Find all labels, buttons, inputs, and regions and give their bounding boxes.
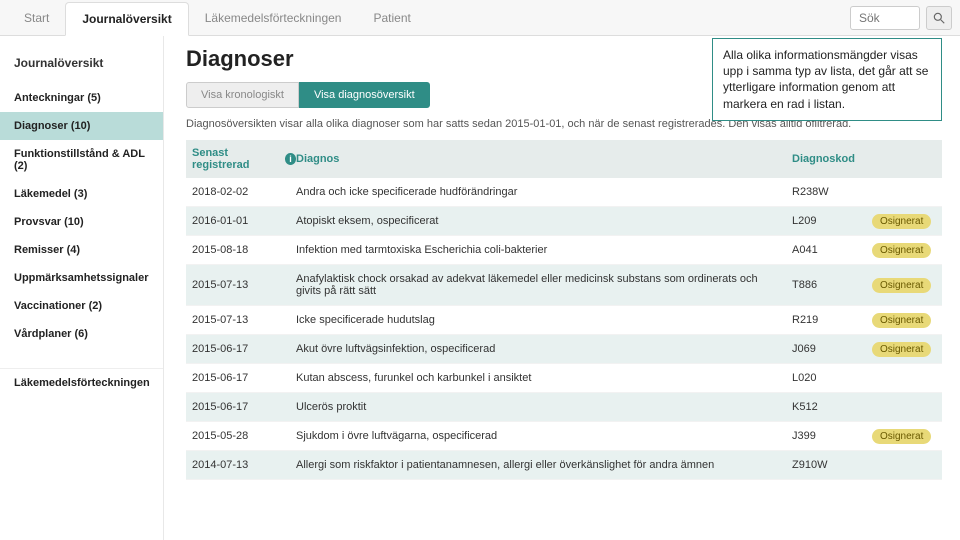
status-badge: Osignerat: [872, 214, 931, 229]
cell-code: T886: [792, 279, 872, 291]
table-row[interactable]: 2016-01-01Atopiskt eksem, ospecificeratL…: [186, 207, 942, 236]
cell-badge: Osignerat: [872, 244, 942, 256]
search-input[interactable]: [850, 6, 920, 30]
sidebar-item-lakemedel-forteckningen[interactable]: Läkemedelsförteckningen: [0, 369, 163, 397]
table-row[interactable]: 2015-07-13Icke specificerade hudutslagR2…: [186, 306, 942, 335]
table-body: 2018-02-02Andra och icke specificerade h…: [186, 178, 942, 480]
col-header-date[interactable]: Senast registrerad i: [186, 147, 296, 171]
cell-date: 2015-07-13: [186, 314, 296, 326]
sidebar: Journalöversikt Anteckningar (5)Diagnose…: [0, 36, 164, 540]
col-header-date-label: Senast registrerad: [192, 147, 281, 171]
top-tab-journal-versikt[interactable]: Journalöversikt: [65, 2, 188, 36]
top-tab-l-kemedelsf-rteckningen[interactable]: Läkemedelsförteckningen: [189, 2, 358, 34]
info-icon[interactable]: i: [285, 153, 296, 165]
col-header-diagnos[interactable]: Diagnos: [296, 153, 792, 165]
cell-date: 2015-07-13: [186, 279, 296, 291]
cell-date: 2015-08-18: [186, 244, 296, 256]
cell-badge: Osignerat: [872, 314, 942, 326]
search-icon: [932, 11, 946, 25]
cell-badge: Osignerat: [872, 430, 942, 442]
cell-badge: Osignerat: [872, 279, 942, 291]
cell-diagnos: Allergi som riskfaktor i patientanamnese…: [296, 459, 792, 471]
search-area: [850, 6, 952, 30]
cell-badge: Osignerat: [872, 343, 942, 355]
status-badge: Osignerat: [872, 278, 931, 293]
sidebar-item[interactable]: Provsvar (10): [0, 208, 163, 236]
cell-code: Z910W: [792, 459, 872, 471]
cell-code: R238W: [792, 186, 872, 198]
table-row[interactable]: 2018-02-02Andra och icke specificerade h…: [186, 178, 942, 207]
sidebar-item[interactable]: Funktionstillstånd & ADL (2): [0, 140, 163, 180]
cell-diagnos: Ulcerös proktit: [296, 401, 792, 413]
cell-code: J069: [792, 343, 872, 355]
sidebar-item[interactable]: Remisser (4): [0, 236, 163, 264]
top-tab-patient[interactable]: Patient: [357, 2, 426, 34]
view-tab-button[interactable]: Visa diagnosöversikt: [299, 82, 430, 108]
cell-diagnos: Andra och icke specificerade hudförändri…: [296, 186, 792, 198]
sidebar-section-secondary: Läkemedelsförteckningen: [0, 368, 163, 397]
top-tabs: StartJournalöversiktLäkemedelsförtecknin…: [0, 0, 960, 36]
table-row[interactable]: 2015-05-28Sjukdom i övre luftvägarna, os…: [186, 422, 942, 451]
cell-code: L209: [792, 215, 872, 227]
cell-date: 2018-02-02: [186, 186, 296, 198]
sidebar-header: Journalöversikt: [0, 48, 163, 84]
cell-diagnos: Akut övre luftvägsinfektion, ospecificer…: [296, 343, 792, 355]
cell-diagnos: Atopiskt eksem, ospecificerat: [296, 215, 792, 227]
cell-diagnos: Icke specificerade hudutslag: [296, 314, 792, 326]
status-badge: Osignerat: [872, 313, 931, 328]
info-callout: Alla olika informationsmängder visas upp…: [712, 38, 942, 121]
cell-date: 2014-07-13: [186, 459, 296, 471]
sidebar-item[interactable]: Vårdplaner (6): [0, 320, 163, 348]
sidebar-item[interactable]: Läkemedel (3): [0, 180, 163, 208]
table-row[interactable]: 2015-07-13Anafylaktisk chock orsakad av …: [186, 265, 942, 306]
cell-date: 2016-01-01: [186, 215, 296, 227]
top-tab-start[interactable]: Start: [8, 2, 65, 34]
cell-diagnos: Sjukdom i övre luftvägarna, ospecificera…: [296, 430, 792, 442]
sidebar-item[interactable]: Diagnoser (10): [0, 112, 163, 140]
search-button[interactable]: [926, 6, 952, 30]
cell-date: 2015-06-17: [186, 401, 296, 413]
cell-diagnos: Infektion med tarmtoxiska Escherichia co…: [296, 244, 792, 256]
sidebar-item[interactable]: Uppmärksamhetssignaler: [0, 264, 163, 292]
sidebar-item[interactable]: Vaccinationer (2): [0, 292, 163, 320]
cell-badge: Osignerat: [872, 215, 942, 227]
table-row[interactable]: 2015-06-17Kutan abscess, furunkel och ka…: [186, 364, 942, 393]
table-row[interactable]: 2015-06-17Ulcerös proktitK512: [186, 393, 942, 422]
cell-code: J399: [792, 430, 872, 442]
cell-diagnos: Anafylaktisk chock orsakad av adekvat lä…: [296, 273, 792, 297]
status-badge: Osignerat: [872, 429, 931, 444]
sidebar-item[interactable]: Anteckningar (5): [0, 84, 163, 112]
status-badge: Osignerat: [872, 342, 931, 357]
cell-code: L020: [792, 372, 872, 384]
status-badge: Osignerat: [872, 243, 931, 258]
cell-code: K512: [792, 401, 872, 413]
cell-code: A041: [792, 244, 872, 256]
cell-date: 2015-05-28: [186, 430, 296, 442]
table-row[interactable]: 2015-06-17Akut övre luftvägsinfektion, o…: [186, 335, 942, 364]
view-tab-button[interactable]: Visa kronologiskt: [186, 82, 299, 108]
cell-code: R219: [792, 314, 872, 326]
table-row[interactable]: 2014-07-13Allergi som riskfaktor i patie…: [186, 451, 942, 480]
cell-diagnos: Kutan abscess, furunkel och karbunkel i …: [296, 372, 792, 384]
col-header-code[interactable]: Diagnoskod: [792, 153, 872, 165]
cell-date: 2015-06-17: [186, 343, 296, 355]
table-header: Senast registrerad i Diagnos Diagnoskod: [186, 140, 942, 178]
main-content: Alla olika informationsmängder visas upp…: [164, 36, 960, 540]
cell-date: 2015-06-17: [186, 372, 296, 384]
table-row[interactable]: 2015-08-18Infektion med tarmtoxiska Esch…: [186, 236, 942, 265]
